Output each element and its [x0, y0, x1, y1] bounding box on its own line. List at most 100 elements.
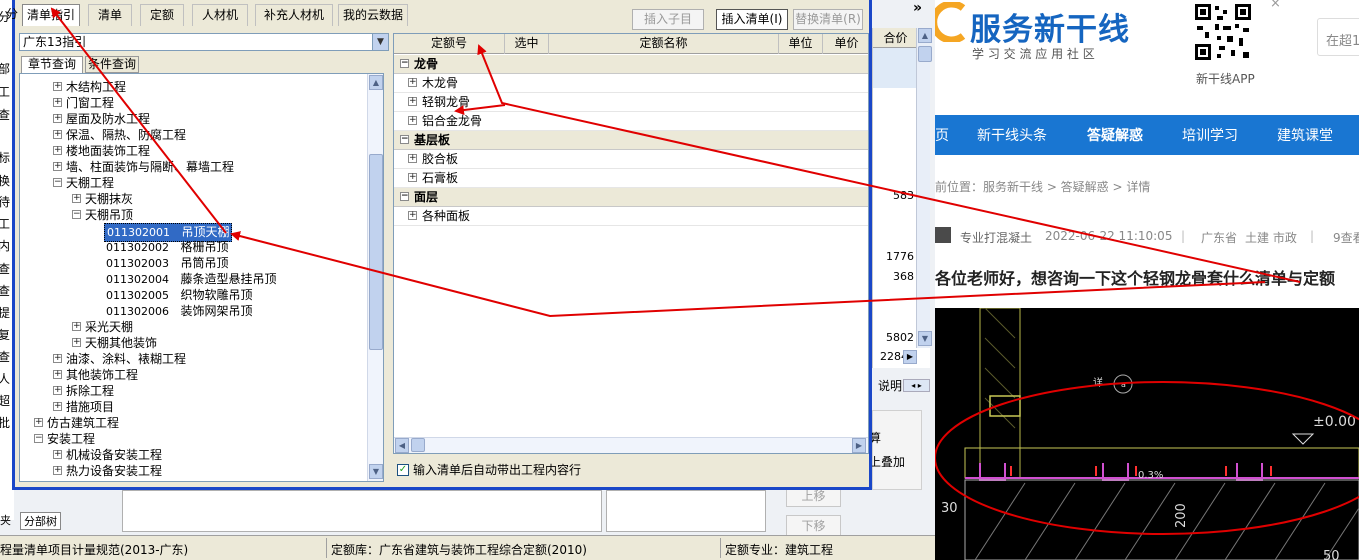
- tree-node[interactable]: − 天棚吊顶: [20, 207, 365, 223]
- scroll-right-icon[interactable]: ▶: [852, 438, 866, 453]
- scroll-up-icon[interactable]: ▲: [918, 28, 932, 43]
- expand-icon[interactable]: +: [53, 370, 62, 379]
- grid-group-row[interactable]: − 龙骨: [394, 55, 868, 74]
- tree-node[interactable]: + 采光天棚: [20, 319, 365, 335]
- scroll-thumb[interactable]: [369, 154, 383, 350]
- close-icon[interactable]: ×: [1270, 0, 1281, 11]
- expand-icon[interactable]: +: [408, 116, 417, 125]
- tab-folder[interactable]: 夹: [0, 512, 11, 528]
- expand-icon[interactable]: +: [408, 211, 417, 220]
- tree-node[interactable]: + 机械设备安装工程: [20, 447, 365, 463]
- tree-leaf[interactable]: 011302006 装饰网架吊顶: [20, 303, 365, 319]
- tree-node[interactable]: + 措施项目: [20, 399, 365, 415]
- tree-node[interactable]: + 楼地面装饰工程: [20, 143, 365, 159]
- tab-chapter-query[interactable]: 章节查询: [21, 56, 83, 73]
- grid-item-row[interactable]: + 轻钢龙骨: [394, 93, 868, 112]
- nav-item[interactable]: 页: [935, 125, 949, 145]
- expand-icon[interactable]: +: [53, 146, 62, 155]
- expand-icon[interactable]: +: [53, 98, 62, 107]
- tab-supplement-material[interactable]: 补充人材机: [255, 4, 333, 26]
- tree-node[interactable]: + 热力设备安装工程: [20, 463, 365, 479]
- tree-node[interactable]: + 保温、隔热、防腐工程: [20, 127, 365, 143]
- expand-icon[interactable]: +: [408, 154, 417, 163]
- breadcrumb[interactable]: 前位置：服务新干线 > 答疑解惑 > 详情: [935, 178, 1150, 195]
- dialog-expand-icon[interactable]: »: [913, 0, 922, 16]
- expand-icon[interactable]: +: [34, 418, 43, 427]
- cad-drawing-image[interactable]: 详 a ±0.00 0.3% 30 200 50: [935, 308, 1359, 560]
- collapse-node-icon[interactable]: −: [34, 434, 43, 443]
- grid-item-row[interactable]: + 胶合板: [394, 150, 868, 169]
- scroll-down-icon[interactable]: ▼: [369, 464, 383, 479]
- collapse-node-icon[interactable]: −: [400, 59, 409, 68]
- author-name[interactable]: 专业打混凝土: [960, 229, 1032, 246]
- column-header-quota-name[interactable]: 定额名称: [548, 34, 778, 54]
- tab-quota[interactable]: 定额: [140, 4, 184, 26]
- tree-leaf[interactable]: 011302002 格栅吊顶: [20, 239, 365, 255]
- tab-division-tree[interactable]: 分部树: [20, 512, 61, 530]
- tree-node[interactable]: + 仿古建筑工程: [20, 415, 365, 431]
- grid-group-row[interactable]: − 基层板: [394, 131, 868, 150]
- tree-leaf[interactable]: 011302005 织物软雕吊顶: [20, 287, 365, 303]
- avatar[interactable]: [935, 227, 951, 243]
- expand-icon[interactable]: +: [53, 114, 62, 123]
- expand-icon[interactable]: +: [53, 82, 62, 91]
- expand-icon[interactable]: +: [408, 78, 417, 87]
- tab-condition-query[interactable]: 条件查询: [85, 56, 139, 73]
- expand-icon[interactable]: +: [53, 466, 62, 475]
- chevron-down-icon[interactable]: ▼: [372, 34, 388, 50]
- expand-icon[interactable]: +: [53, 162, 62, 171]
- tree-node[interactable]: + 天棚抹灰: [20, 191, 365, 207]
- collapse-node-icon[interactable]: −: [400, 135, 409, 144]
- expand-icon[interactable]: +: [53, 130, 62, 139]
- grid-item-row[interactable]: + 石膏板: [394, 169, 868, 188]
- tree-leaf[interactable]: 011302004 藤条造型悬挂吊顶: [20, 271, 365, 287]
- tree-node[interactable]: + 木结构工程: [20, 79, 365, 95]
- brand-name[interactable]: 服务新干线: [970, 4, 1130, 49]
- scroll-right-icon[interactable]: ▶: [903, 350, 917, 364]
- search-input[interactable]: 在超1: [1317, 18, 1359, 56]
- collapse-node-icon[interactable]: −: [400, 192, 409, 201]
- scroll-down-icon[interactable]: ▼: [918, 331, 932, 346]
- tree-node[interactable]: + 墙、柱面装饰与隔断、幕墙工程: [20, 159, 365, 175]
- tree-scrollbar[interactable]: ▲ ▼: [367, 74, 383, 481]
- expand-icon[interactable]: +: [408, 173, 417, 182]
- move-down-button[interactable]: 下移: [786, 515, 841, 537]
- grid-group-row[interactable]: − 面层: [394, 188, 868, 207]
- tree-leaf[interactable]: 011302003 吊筒吊顶: [20, 255, 365, 271]
- collapse-node-icon[interactable]: −: [72, 210, 81, 219]
- tab-labor-material[interactable]: 人材机: [192, 4, 248, 26]
- scroll-thumb[interactable]: [411, 438, 425, 452]
- expand-icon[interactable]: +: [53, 450, 62, 459]
- grid-item-row[interactable]: + 铝合金龙骨: [394, 112, 868, 131]
- nav-item-training[interactable]: 培训学习: [1182, 125, 1238, 145]
- expand-icon[interactable]: +: [72, 194, 81, 203]
- column-header-quota-no[interactable]: 定额号: [394, 34, 504, 54]
- nav-item-qa[interactable]: 答疑解惑: [1087, 125, 1143, 145]
- tab-list-guide[interactable]: 清单指引: [22, 4, 80, 26]
- insert-child-button[interactable]: 插入子目: [632, 9, 704, 30]
- nav-item-headlines[interactable]: 新干线头条: [977, 125, 1047, 145]
- expand-icon[interactable]: +: [72, 322, 81, 331]
- grid-horizontal-scrollbar[interactable]: ◀ ▶: [394, 437, 868, 453]
- column-header-unit[interactable]: 单位: [778, 34, 822, 54]
- tab-my-cloud-data[interactable]: 我的云数据: [338, 4, 408, 26]
- tree-node[interactable]: − 天棚工程: [20, 175, 365, 191]
- tree-node[interactable]: + 油漆、涂料、裱糊工程: [20, 351, 365, 367]
- expand-icon[interactable]: +: [408, 97, 417, 106]
- grid-item-row[interactable]: + 各种面板: [394, 207, 868, 226]
- app-label[interactable]: 新干线APP: [1196, 70, 1255, 87]
- insert-list-button[interactable]: 插入清单(I): [716, 9, 788, 30]
- background-grid-scrollbar[interactable]: ▲ ▼: [916, 28, 932, 348]
- scroll-thumb[interactable]: [918, 46, 932, 62]
- tree-node[interactable]: + 门窗工程: [20, 95, 365, 111]
- scroll-left-icon[interactable]: ◀: [395, 438, 409, 453]
- guide-library-select[interactable]: 广东13指引 ▼: [19, 33, 389, 51]
- tree-node[interactable]: + 其他装饰工程: [20, 367, 365, 383]
- side-nav-arrows[interactable]: ◂ ▸: [903, 379, 930, 392]
- tree-node[interactable]: − 安装工程: [20, 431, 365, 447]
- column-header-price[interactable]: 单价: [822, 34, 868, 54]
- replace-list-button[interactable]: 替换清单(R): [793, 9, 863, 30]
- checkbox-checked-icon[interactable]: ✓: [397, 464, 409, 476]
- tree-node[interactable]: + 天棚其他装饰: [20, 335, 365, 351]
- collapse-node-icon[interactable]: −: [53, 178, 62, 187]
